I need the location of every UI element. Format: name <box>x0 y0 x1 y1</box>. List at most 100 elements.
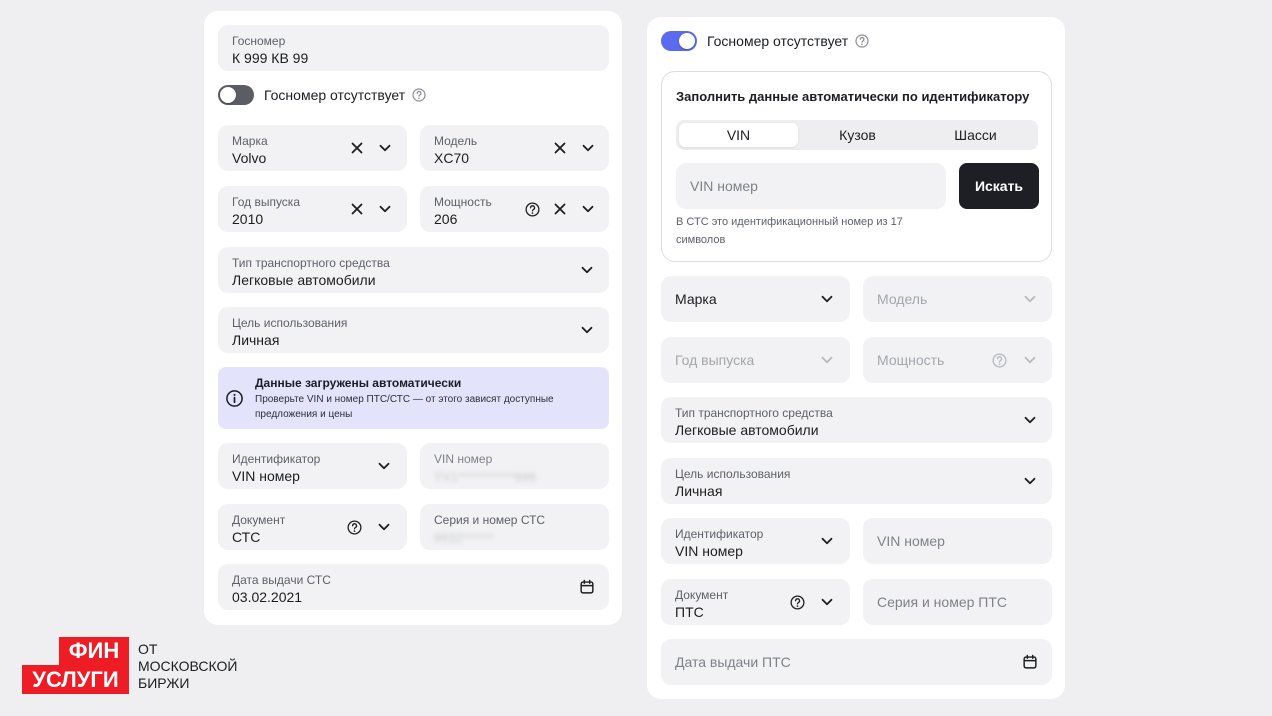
year-select[interactable]: Год выпуска <box>661 337 850 383</box>
model-select[interactable]: Модель <box>863 276 1052 322</box>
search-button[interactable]: Искать <box>959 163 1039 209</box>
clear-icon[interactable] <box>347 138 367 158</box>
document-label: Документ <box>232 513 286 527</box>
chevron-down-icon[interactable] <box>1020 289 1040 309</box>
purpose-label: Цель использования <box>675 467 791 481</box>
tab-vin[interactable]: VIN <box>679 123 798 147</box>
autofill-panel: Заполнить данные автоматически по иденти… <box>661 71 1052 262</box>
help-icon[interactable] <box>522 199 542 219</box>
tab-chassis[interactable]: Шасси <box>916 123 1035 147</box>
calendar-icon[interactable] <box>1020 652 1040 672</box>
logo-line1: ФИН <box>68 638 120 663</box>
vehicle-type-select[interactable]: Тип транспортного средства Легковые авто… <box>661 397 1052 443</box>
power-select[interactable]: Мощность 206 <box>420 186 609 232</box>
chevron-down-icon[interactable] <box>578 138 598 158</box>
purpose-label: Цель использования <box>232 316 348 330</box>
issue-date-placeholder: Дата выдачи ПТС <box>675 654 791 670</box>
purpose-select[interactable]: Цель использования Личная <box>661 458 1052 504</box>
model-placeholder: Модель <box>877 291 928 307</box>
chevron-down-icon[interactable] <box>1020 350 1040 370</box>
vin-search-placeholder: VIN номер <box>690 178 758 194</box>
chevron-down-icon[interactable] <box>817 592 837 612</box>
power-placeholder: Мощность <box>877 352 945 368</box>
model-select[interactable]: Модель XC70 <box>420 125 609 171</box>
logo-tag-line1: ОТ <box>138 641 158 657</box>
vin-masked-value: YV1***********886 <box>434 470 537 484</box>
help-icon[interactable] <box>410 86 428 104</box>
plate-number-label: Госномер <box>232 34 286 48</box>
autofill-title: Заполнить данные автоматически по иденти… <box>676 89 1030 104</box>
no-plate-toggle[interactable] <box>661 31 697 51</box>
purpose-value: Личная <box>675 483 723 499</box>
sts-number-label: Серия и номер СТС <box>434 513 546 527</box>
help-icon[interactable] <box>787 592 807 612</box>
left-form-card: Госномер К 999 КВ 99 Госномер отсутствуе… <box>204 11 622 625</box>
vehicle-type-select[interactable]: Тип транспортного средства Легковые авто… <box>218 247 609 293</box>
document-label: Документ <box>675 588 729 602</box>
notice-title: Данные загружены автоматически <box>255 376 462 390</box>
chevron-down-icon[interactable] <box>817 350 837 370</box>
help-icon[interactable] <box>989 350 1009 370</box>
identifier-label: Идентификатор <box>232 452 321 466</box>
help-icon[interactable] <box>344 517 364 537</box>
vin-label: VIN номер <box>434 452 493 466</box>
make-select[interactable]: Марка <box>661 276 850 322</box>
tab-body[interactable]: Кузов <box>798 123 917 147</box>
clear-icon[interactable] <box>347 199 367 219</box>
identifier-select[interactable]: Идентификатор VIN номер <box>661 518 850 564</box>
vehicle-type-value: Легковые автомобили <box>232 272 376 288</box>
logo-tag-line3: БИРЖИ <box>138 675 190 691</box>
no-plate-toggle-label: Госномер отсутствует <box>707 33 849 49</box>
chevron-down-icon[interactable] <box>374 456 394 476</box>
pts-number-placeholder: Серия и номер ПТС <box>877 594 1008 610</box>
clear-icon[interactable] <box>550 199 570 219</box>
vin-field[interactable]: VIN номер YV1***********886 <box>420 443 609 489</box>
chevron-down-icon[interactable] <box>577 260 597 280</box>
chevron-down-icon[interactable] <box>1020 471 1040 491</box>
calendar-icon[interactable] <box>577 577 597 597</box>
identifier-type-tabs: VIN Кузов Шасси <box>676 120 1038 150</box>
make-select[interactable]: Марка Volvo <box>218 125 407 171</box>
chevron-down-icon[interactable] <box>817 531 837 551</box>
vin-hint-line2: символов <box>676 234 726 246</box>
chevron-down-icon[interactable] <box>817 289 837 309</box>
logo-line2: УСЛУГИ <box>32 666 119 692</box>
chevron-down-icon[interactable] <box>577 320 597 340</box>
logo-block-top: ФИН <box>59 637 129 665</box>
identifier-select[interactable]: Идентификатор VIN номер <box>218 443 407 489</box>
sts-number-field[interactable]: Серия и номер СТС 9932****** <box>420 504 609 550</box>
chevron-down-icon[interactable] <box>578 199 598 219</box>
vehicle-type-value: Легковые автомобили <box>675 422 819 438</box>
power-value: 206 <box>434 211 458 227</box>
chevron-down-icon[interactable] <box>375 138 395 158</box>
year-label: Год выпуска <box>232 195 300 209</box>
toggle-knob <box>679 33 695 49</box>
chevron-down-icon[interactable] <box>1020 410 1040 430</box>
year-select[interactable]: Год выпуска 2010 <box>218 186 407 232</box>
info-icon <box>224 388 244 408</box>
document-select[interactable]: Документ ПТС <box>661 579 850 625</box>
no-plate-toggle-label: Госномер отсутствует <box>264 87 406 103</box>
no-plate-toggle[interactable] <box>218 85 254 105</box>
vin-placeholder: VIN номер <box>877 533 945 549</box>
document-select[interactable]: Документ СТС <box>218 504 407 550</box>
model-value: XC70 <box>434 150 470 166</box>
pts-number-field[interactable]: Серия и номер ПТС <box>863 579 1052 625</box>
power-select[interactable]: Мощность <box>863 337 1052 383</box>
vehicle-type-label: Тип транспортного средства <box>232 256 390 270</box>
issue-date-field[interactable]: Дата выдачи СТС 03.02.2021 <box>218 564 609 610</box>
right-form-card: Госномер отсутствует Заполнить данные ав… <box>647 17 1065 699</box>
chevron-down-icon[interactable] <box>375 199 395 219</box>
identifier-value: VIN номер <box>232 468 300 484</box>
vin-search-input[interactable]: VIN номер <box>676 163 946 209</box>
chevron-down-icon[interactable] <box>374 517 394 537</box>
purpose-select[interactable]: Цель использования Личная <box>218 307 609 353</box>
document-value: ПТС <box>675 604 704 620</box>
vin-field[interactable]: VIN номер <box>863 518 1052 564</box>
year-placeholder: Год выпуска <box>675 352 755 368</box>
issue-date-field[interactable]: Дата выдачи ПТС <box>661 639 1052 685</box>
toggle-knob <box>220 87 236 103</box>
help-icon[interactable] <box>853 32 871 50</box>
plate-number-field[interactable]: Госномер К 999 КВ 99 <box>218 25 609 71</box>
clear-icon[interactable] <box>550 138 570 158</box>
